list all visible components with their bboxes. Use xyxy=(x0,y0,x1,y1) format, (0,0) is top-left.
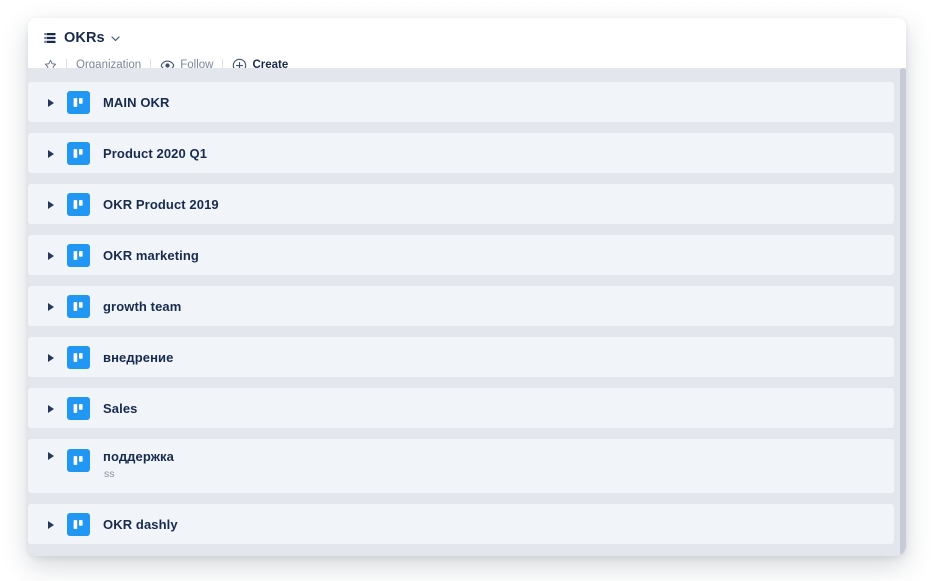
trello-board-icon xyxy=(67,513,90,536)
board-row-title: OKR marketing xyxy=(103,247,199,263)
trello-board-icon xyxy=(67,244,90,267)
vertical-scrollbar-thumb[interactable] xyxy=(900,68,906,556)
trello-board-icon xyxy=(67,449,90,472)
board-row[interactable]: OKR marketing xyxy=(28,235,894,275)
board-list-icon xyxy=(44,32,56,44)
board-row[interactable]: Product 2020 Q1 xyxy=(28,133,894,173)
board-row[interactable]: MAIN OKR xyxy=(28,82,894,122)
board-row[interactable]: Sales xyxy=(28,388,894,428)
trello-board-icon xyxy=(67,193,90,216)
board-row[interactable]: OKR Product 2019 xyxy=(28,184,894,224)
board-row-text: поддержка ss xyxy=(103,448,174,482)
board-row-text: OKR marketing xyxy=(103,247,199,264)
board-row[interactable]: внедрение xyxy=(28,337,894,377)
board-row-title: Product 2020 Q1 xyxy=(103,145,208,161)
board-header: OKRs Organization Follow Create xyxy=(28,18,906,72)
board-row-title: OKR Product 2019 xyxy=(103,196,219,212)
triangle-right-icon[interactable] xyxy=(44,449,58,463)
board-row-title: MAIN OKR xyxy=(103,94,170,110)
trello-board-icon xyxy=(67,142,90,165)
vertical-scrollbar[interactable] xyxy=(900,68,906,556)
triangle-right-icon[interactable] xyxy=(44,249,58,263)
board-row-text: MAIN OKR xyxy=(103,94,170,111)
triangle-right-icon[interactable] xyxy=(44,198,58,212)
triangle-right-icon[interactable] xyxy=(44,351,58,365)
board-row-text: growth team xyxy=(103,298,181,315)
trello-board-icon xyxy=(67,295,90,318)
board-row-title: внедрение xyxy=(103,349,174,365)
board-row[interactable]: поддержка ss xyxy=(28,439,894,493)
board-rows-container: MAIN OKR Product 2020 Q1 OKR Product 2019 O… xyxy=(28,82,906,544)
board-row-text: Product 2020 Q1 xyxy=(103,145,207,162)
board-row[interactable]: OKR dashly xyxy=(28,504,894,544)
board-row-text: OKR dashly xyxy=(103,516,178,533)
board-row[interactable]: growth team xyxy=(28,286,894,326)
board-row-text: OKR Product 2019 xyxy=(103,196,219,213)
board-row-text: Sales xyxy=(103,400,137,417)
triangle-right-icon[interactable] xyxy=(44,402,58,416)
triangle-right-icon[interactable] xyxy=(44,518,58,532)
board-list: MAIN OKR Product 2020 Q1 OKR Product 2019 O… xyxy=(28,68,906,556)
chevron-down-icon[interactable] xyxy=(110,33,121,44)
board-row-subtitle: ss xyxy=(104,468,115,480)
board-row-title: OKR dashly xyxy=(103,516,178,532)
triangle-right-icon[interactable] xyxy=(44,300,58,314)
trello-board-icon xyxy=(67,346,90,369)
trello-board-icon xyxy=(67,91,90,114)
trello-board-icon xyxy=(67,397,90,420)
board-row-title: поддержка xyxy=(103,449,174,464)
triangle-right-icon[interactable] xyxy=(44,147,58,161)
board-list-window: OKRs Organization Follow Create MAIN OKR… xyxy=(28,18,906,556)
triangle-right-icon[interactable] xyxy=(44,96,58,110)
board-row-title: Sales xyxy=(103,400,138,416)
page-title: OKRs xyxy=(64,30,105,46)
board-row-text: внедрение xyxy=(103,349,173,366)
board-row-title: growth team xyxy=(103,298,182,314)
board-title-row: OKRs xyxy=(28,28,906,48)
